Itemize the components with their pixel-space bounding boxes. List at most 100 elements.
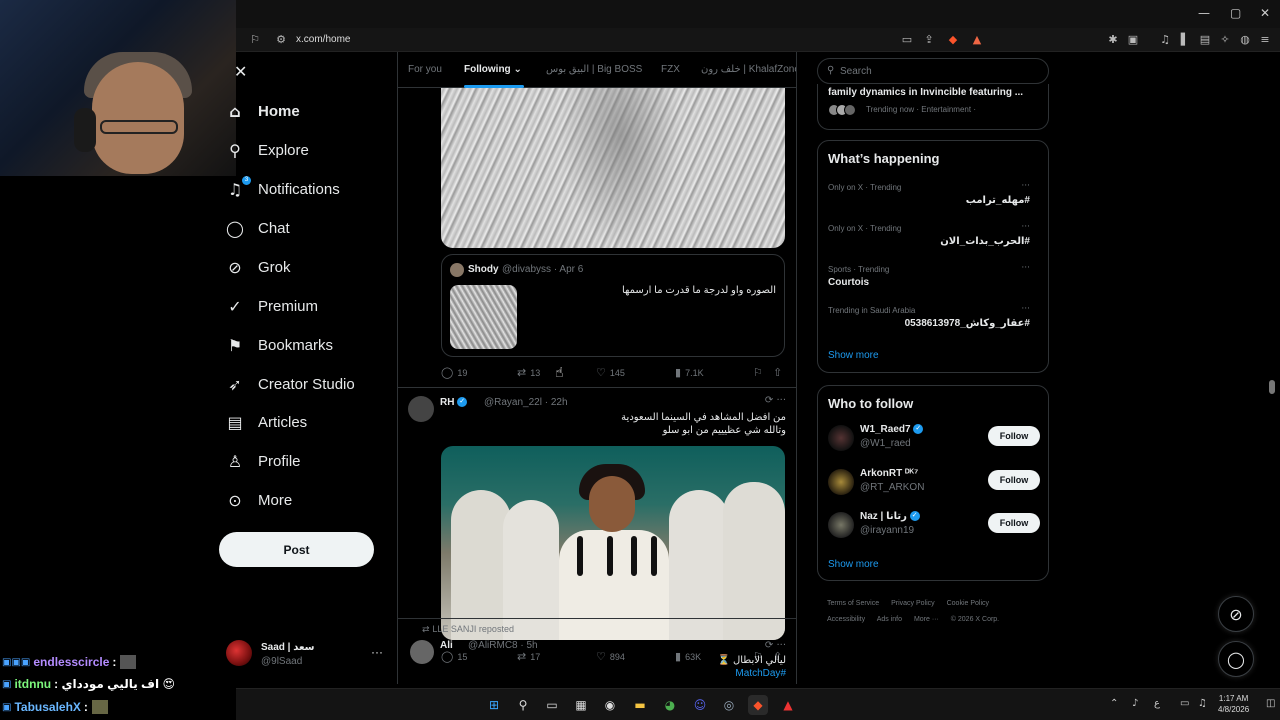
nav-home[interactable]: ⌂ Home (224, 96, 299, 126)
trend-more-icon[interactable]: ··· (1021, 181, 1030, 191)
trend-more-icon[interactable]: ··· (1021, 304, 1030, 314)
trend-more-icon[interactable]: ··· (1021, 263, 1030, 273)
close-window-button[interactable]: ✕ (1260, 6, 1270, 20)
tab-fzx[interactable]: FZX (661, 64, 680, 75)
tweet-author-name[interactable]: Ali (440, 640, 453, 651)
share-button[interactable]: ⇧ (773, 366, 786, 379)
site-info-icon[interactable]: ⚙ (274, 33, 288, 47)
show-more-link[interactable]: Show more (828, 559, 879, 570)
follow-suggestion[interactable]: Naz | رتانا ✓ @irayann19 Follow (828, 509, 1040, 543)
footer-link[interactable]: Terms of Service (827, 600, 879, 607)
minimize-button[interactable]: — (1198, 6, 1210, 20)
avatar[interactable] (410, 640, 434, 664)
microphone-icon[interactable]: ♪ (1132, 698, 1138, 709)
page-scrollbar[interactable] (1268, 52, 1276, 684)
repost-button[interactable]: ⇄ 13 (517, 366, 540, 379)
url-field[interactable]: x.com/home (296, 34, 350, 45)
obs-icon[interactable]: ◉ (600, 695, 620, 715)
nav-premium[interactable]: ✓ Premium (224, 291, 318, 321)
post-button[interactable]: Post (219, 532, 374, 567)
nav-notifications[interactable]: ♫ 3 Notifications (224, 174, 340, 204)
volume-icon[interactable]: ♫ (1198, 698, 1207, 709)
nav-articles[interactable]: ▤ Articles (224, 407, 307, 437)
extensions-icon[interactable]: ✱ (1106, 33, 1120, 47)
music-icon[interactable]: ♫ (1158, 33, 1172, 47)
trend-more-icon[interactable]: ··· (1021, 222, 1030, 232)
trend-item[interactable]: Trending in Saudi Arabia ··· #عقار_وكاش_… (828, 304, 1040, 338)
footer-link[interactable]: Ads info (877, 616, 902, 623)
footer-link[interactable]: Accessibility (827, 616, 865, 623)
hashtag-link[interactable]: #MatchDay (718, 667, 786, 680)
taskbar-search-icon[interactable]: ⚲ (513, 695, 533, 715)
bookmark-button[interactable]: ⚐ (753, 366, 767, 379)
x-logo-icon[interactable]: ✕ (234, 62, 247, 82)
tab-khalafzone[interactable]: خلف رون | KhalafZone (701, 64, 796, 75)
share-icon[interactable]: ⇪ (922, 33, 936, 47)
store-icon[interactable]: ▦ (571, 695, 591, 715)
leo-ai-icon[interactable]: ✧ (1218, 33, 1232, 47)
messages-fab-icon[interactable]: ◯ (1218, 641, 1254, 677)
account-more-icon[interactable]: ··· (371, 645, 383, 659)
screen-icon[interactable]: ▭ (900, 33, 914, 47)
tweet-image-sketch[interactable] (441, 88, 785, 248)
tweet-video[interactable] (441, 446, 785, 640)
search-box[interactable]: ⚲ (817, 58, 1049, 84)
wallet2-icon[interactable]: ▤ (1198, 33, 1212, 47)
tweet-more-icon[interactable]: ⟳ ··· (765, 640, 786, 651)
steam-icon[interactable]: ◎ (719, 695, 739, 715)
clock[interactable]: 1:17 AM 4/8/2026 (1218, 693, 1249, 715)
nav-bookmarks[interactable]: ⚑ Bookmarks (224, 330, 333, 360)
account-switcher[interactable]: Saad | سعد @9lSaad ··· (226, 640, 386, 670)
quoted-tweet[interactable]: Shody @divabyss · Apr 6 الصوره واو لدرجة… (441, 254, 785, 357)
grok-fab-icon[interactable]: ⊘ (1218, 596, 1254, 632)
follow-button[interactable]: Follow (988, 470, 1040, 490)
brave-shield-icon[interactable]: ◆ (946, 33, 960, 47)
brave-rewards-icon[interactable]: ▲ (970, 33, 984, 47)
network-icon[interactable]: ▭ (1180, 698, 1189, 709)
avatar[interactable] (408, 396, 434, 422)
start-menu-icon[interactable]: ⊞ (484, 695, 504, 715)
discord-icon[interactable]: ☺ (690, 695, 710, 715)
notifications-tray-icon[interactable]: ◫ (1266, 698, 1275, 709)
brave-icon[interactable]: ◆ (748, 695, 768, 715)
follow-suggestion[interactable]: ArkonRT ᴰᴷ⁷ @RT_ARKON Follow (828, 466, 1040, 500)
trending-card-top[interactable]: family dynamics in Invincible featuring … (817, 84, 1049, 130)
footer-link[interactable]: Privacy Policy (891, 600, 935, 607)
wallet-icon[interactable]: ▣ (1126, 33, 1140, 47)
tray-chevron-icon[interactable]: ⌃ (1110, 698, 1118, 709)
scrollbar-thumb[interactable] (1269, 380, 1275, 394)
trend-item[interactable]: Only on X · Trending ··· #الحرب_بدات_الا… (828, 222, 1040, 256)
chrome-icon[interactable]: ◕ (660, 695, 680, 715)
language-icon[interactable]: ع (1154, 698, 1160, 709)
follow-button[interactable]: Follow (988, 426, 1040, 446)
nav-chat[interactable]: ◯ Chat (224, 213, 290, 243)
sidebar-toggle-icon[interactable]: ▌ (1178, 33, 1192, 47)
menu-icon[interactable]: ≡ (1258, 33, 1272, 47)
nav-creator-studio[interactable]: ➶ Creator Studio (224, 369, 354, 399)
show-more-link[interactable]: Show more (828, 350, 879, 361)
nav-grok[interactable]: ⊘ Grok (224, 252, 290, 282)
task-view-icon[interactable]: ▭ (542, 695, 562, 715)
tweet[interactable]: ⇄ LLE SANJI reposted Ali @AliRMC8 · 5h ⟳… (398, 620, 796, 684)
views-button[interactable]: ▮ 7.1K (675, 366, 704, 379)
follow-button[interactable]: Follow (988, 513, 1040, 533)
follow-suggestion[interactable]: W1_Raed7 ✓ @W1_raed Follow (828, 422, 1040, 456)
tweet-author-name[interactable]: RH ✓ (440, 397, 468, 408)
quoted-tweet-image[interactable] (450, 285, 517, 349)
tab-following[interactable]: Following ⌄ (464, 64, 522, 75)
file-explorer-icon[interactable]: ▬ (630, 695, 650, 715)
vpn-icon[interactable]: ◍ (1238, 33, 1252, 47)
trend-item[interactable]: Only on X · Trending ··· #مهله_ترامب (828, 181, 1040, 215)
tab-for-you[interactable]: For you (408, 64, 442, 75)
reply-button[interactable]: ◯ 19 (441, 366, 467, 379)
tab-big-boss[interactable]: البيق بوس | Big BOSS (546, 64, 642, 75)
nav-profile[interactable]: ♙ Profile (224, 446, 301, 476)
search-input[interactable] (840, 63, 1040, 80)
maximize-button[interactable]: ▢ (1230, 6, 1241, 20)
like-button[interactable]: ♡ 145 (596, 366, 625, 379)
footer-link[interactable]: Cookie Policy (947, 600, 989, 607)
bookmark-page-icon[interactable]: ⚐ (248, 33, 262, 47)
trend-item[interactable]: Sports · Trending ··· Courtois (828, 263, 1040, 297)
app-icon[interactable]: ▲ (778, 695, 798, 715)
tweet-more-icon[interactable]: ⟳ ··· (765, 395, 786, 406)
